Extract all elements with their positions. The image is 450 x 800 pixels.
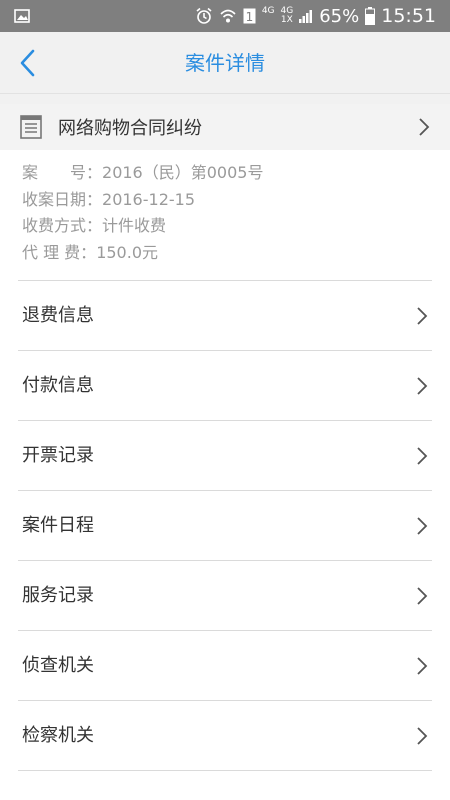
case-date-label: 收案日期： — [22, 189, 103, 209]
menu-item-label: 付款信息 — [22, 375, 94, 396]
chevron-right-icon — [417, 727, 428, 745]
case-number-label: 案 号： — [22, 163, 103, 182]
menu-item-label: 侦查机关 — [22, 655, 94, 676]
status-time: 15:51 — [381, 5, 436, 27]
menu-item-label: 开票记录 — [22, 445, 94, 466]
chevron-right-icon — [417, 657, 428, 675]
signal-icon — [299, 10, 313, 23]
menu-item-label: 服务记录 — [22, 585, 94, 606]
document-icon — [20, 115, 42, 139]
alarm-icon — [196, 7, 212, 24]
wifi-icon — [220, 9, 236, 23]
battery-percent: 65% — [319, 5, 360, 27]
menu-item-invoice-records[interactable]: 开票记录 — [0, 421, 450, 491]
chevron-right-icon — [417, 377, 428, 395]
fee-method-label: 收费方式： — [22, 216, 103, 235]
menu-item-payment-info[interactable]: 付款信息 — [0, 351, 450, 421]
divider — [18, 770, 432, 771]
fee-method-row: 收费方式：计件收费 — [22, 213, 432, 240]
case-info: 案 号：2016（民）第0005号 收案日期：2016-12-15 收费方式：计… — [22, 160, 432, 266]
menu-item-procuratorate[interactable]: 检察机关 — [0, 701, 450, 771]
sim-1-icon: 1 — [243, 8, 256, 24]
back-arrow-icon — [20, 49, 35, 77]
menu-item-investigation-agency[interactable]: 侦查机关 — [0, 631, 450, 701]
network-4g-1x-label: 4G 1X — [280, 6, 294, 25]
app-bar: 案件详情 — [0, 32, 450, 94]
back-button[interactable] — [14, 46, 44, 80]
case-date-row: 收案日期：2016-12-15 — [22, 187, 432, 214]
case-date-value: 2016-12-15 — [102, 189, 195, 209]
page-title: 案件详情 — [185, 51, 265, 75]
menu-item-label: 检察机关 — [22, 725, 94, 746]
case-title-row[interactable]: 网络购物合同纠纷 — [0, 104, 450, 150]
fee-method-value: 计件收费 — [102, 216, 167, 235]
case-title: 网络购物合同纠纷 — [58, 118, 202, 139]
menu-item-label: 案件日程 — [22, 515, 94, 536]
chevron-right-icon — [419, 118, 430, 136]
status-bar: 1 4G 4G 1X 65% 15:51 — [0, 0, 450, 32]
chevron-right-icon — [417, 517, 428, 535]
agency-fee-label: 代 理 费： — [22, 242, 97, 262]
detail-menu: 退费信息 付款信息 开票记录 案件日程 服务记录 侦查机关 检察机关 — [0, 281, 450, 771]
menu-item-label: 退费信息 — [22, 305, 94, 326]
agency-fee-value: 150.0元 — [96, 242, 158, 262]
header-spacer — [0, 94, 450, 104]
menu-item-service-records[interactable]: 服务记录 — [0, 561, 450, 631]
chevron-right-icon — [417, 447, 428, 465]
gallery-icon — [14, 9, 30, 23]
chevron-right-icon — [417, 587, 428, 605]
menu-item-case-schedule[interactable]: 案件日程 — [0, 491, 450, 561]
chevron-right-icon — [417, 307, 428, 325]
svg-text:1: 1 — [245, 10, 253, 24]
battery-icon — [365, 7, 376, 25]
network-4g-label: 4G — [261, 6, 275, 16]
menu-item-refund-info[interactable]: 退费信息 — [0, 281, 450, 351]
case-number-row: 案 号：2016（民）第0005号 — [22, 160, 432, 187]
case-number-value: 2016（民）第0005号 — [102, 163, 264, 182]
agency-fee-row: 代 理 费：150.0元 — [22, 240, 432, 267]
